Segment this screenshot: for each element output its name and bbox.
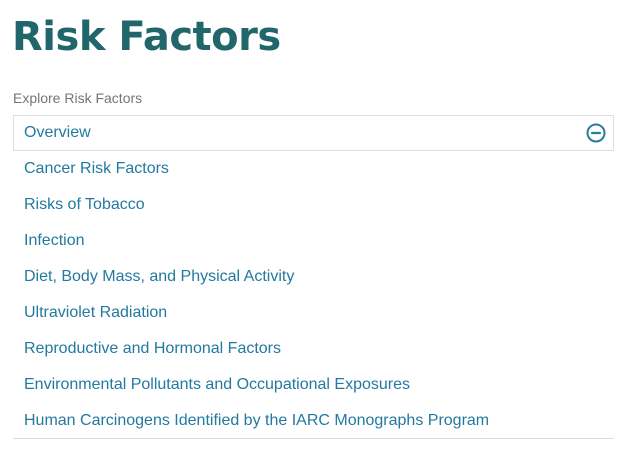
nav-item-label: Environmental Pollutants and Occupationa… xyxy=(24,376,410,393)
nav-item-environmental-pollutants[interactable]: Environmental Pollutants and Occupationa… xyxy=(13,367,614,403)
nav-item-label: Human Carcinogens Identified by the IARC… xyxy=(24,411,490,429)
nav-item-label: Diet, Body Mass, and Physical Activity xyxy=(24,268,295,285)
nav-item-label: Cancer Risk Factors xyxy=(24,160,169,177)
nav-item-label: Risks of Tobacco xyxy=(24,196,145,213)
nav-item-risks-of-tobacco[interactable]: Risks of Tobacco xyxy=(13,187,614,223)
nav-item-reproductive-hormonal-factors[interactable]: Reproductive and Hormonal Factors xyxy=(13,331,614,367)
nav-item-infection[interactable]: Infection xyxy=(13,223,614,259)
nav-item-label: Reproductive and Hormonal Factors xyxy=(24,340,282,357)
nav-item-human-carcinogens-iarc[interactable]: Human Carcinogens Identified by the IARC… xyxy=(13,403,614,439)
risk-factors-nav: Overview Cancer Risk Factors Risks of To… xyxy=(13,115,614,439)
nav-item-label: Overview xyxy=(24,124,91,141)
minus-circle-icon[interactable] xyxy=(586,123,606,143)
nav-item-diet-body-mass-physical-activity[interactable]: Diet, Body Mass, and Physical Activity xyxy=(13,259,614,295)
nav-item-label: Ultraviolet Radiation xyxy=(24,304,168,321)
nav-item-label: Infection xyxy=(24,232,85,249)
page-title: Risk Factors xyxy=(12,14,281,60)
nav-caption: Explore Risk Factors xyxy=(13,90,143,106)
nav-item-cancer-risk-factors[interactable]: Cancer Risk Factors xyxy=(13,151,614,187)
nav-item-overview[interactable]: Overview xyxy=(13,115,614,151)
nav-item-ultraviolet-radiation[interactable]: Ultraviolet Radiation xyxy=(13,295,614,331)
